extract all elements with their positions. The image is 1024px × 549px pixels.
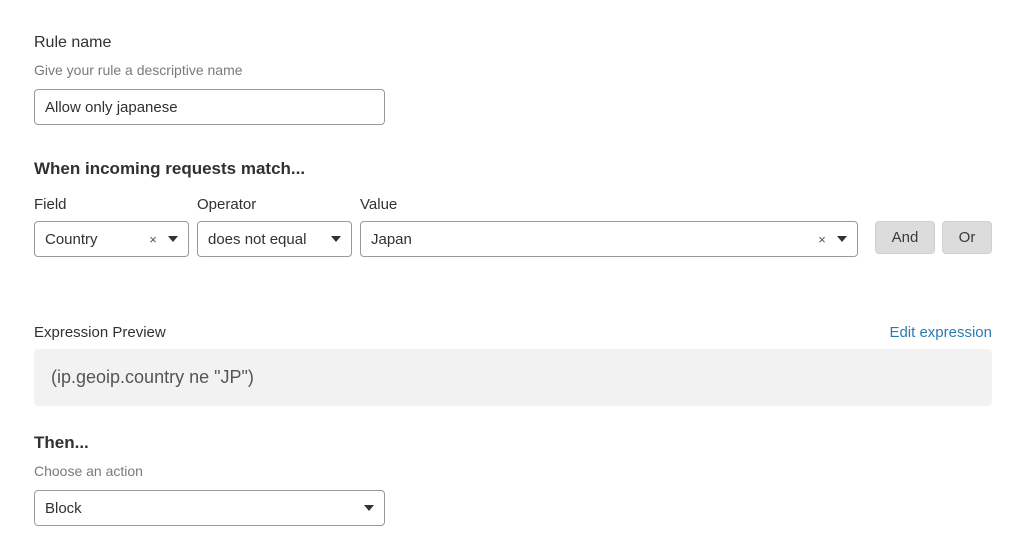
field-select-value: Country — [45, 230, 98, 248]
clear-field-icon[interactable]: × — [146, 232, 160, 247]
chevron-down-icon[interactable] — [837, 236, 847, 242]
field-select[interactable]: Country × — [34, 221, 189, 257]
expression-preview-text: (ip.geoip.country ne "JP") — [51, 367, 254, 387]
expression-preview-label: Expression Preview — [34, 324, 166, 341]
rule-name-help: Give your rule a descriptive name — [34, 62, 243, 78]
chevron-down-icon[interactable] — [364, 505, 374, 511]
action-select-value: Block — [45, 499, 82, 517]
chevron-down-icon[interactable] — [168, 236, 178, 242]
field-label: Field — [34, 196, 67, 213]
value-label: Value — [360, 196, 398, 213]
edit-expression-link[interactable]: Edit expression — [889, 324, 992, 341]
clear-value-icon[interactable]: × — [815, 232, 829, 247]
rule-name-label: Rule name — [34, 34, 112, 51]
value-select-value: Japan — [371, 230, 412, 248]
expression-preview-box: (ip.geoip.country ne "JP") — [34, 349, 992, 406]
action-help: Choose an action — [34, 463, 143, 479]
and-button[interactable]: And — [875, 221, 935, 254]
action-select[interactable]: Block — [34, 490, 385, 526]
or-button[interactable]: Or — [942, 221, 992, 254]
operator-select-value: does not equal — [208, 230, 307, 248]
operator-label: Operator — [197, 196, 257, 213]
chevron-down-icon[interactable] — [331, 236, 341, 242]
operator-select[interactable]: does not equal — [197, 221, 352, 257]
match-heading: When incoming requests match... — [34, 159, 306, 178]
then-heading: Then... — [34, 433, 89, 452]
value-select[interactable]: Japan × — [360, 221, 858, 257]
rule-name-input[interactable] — [34, 89, 385, 125]
